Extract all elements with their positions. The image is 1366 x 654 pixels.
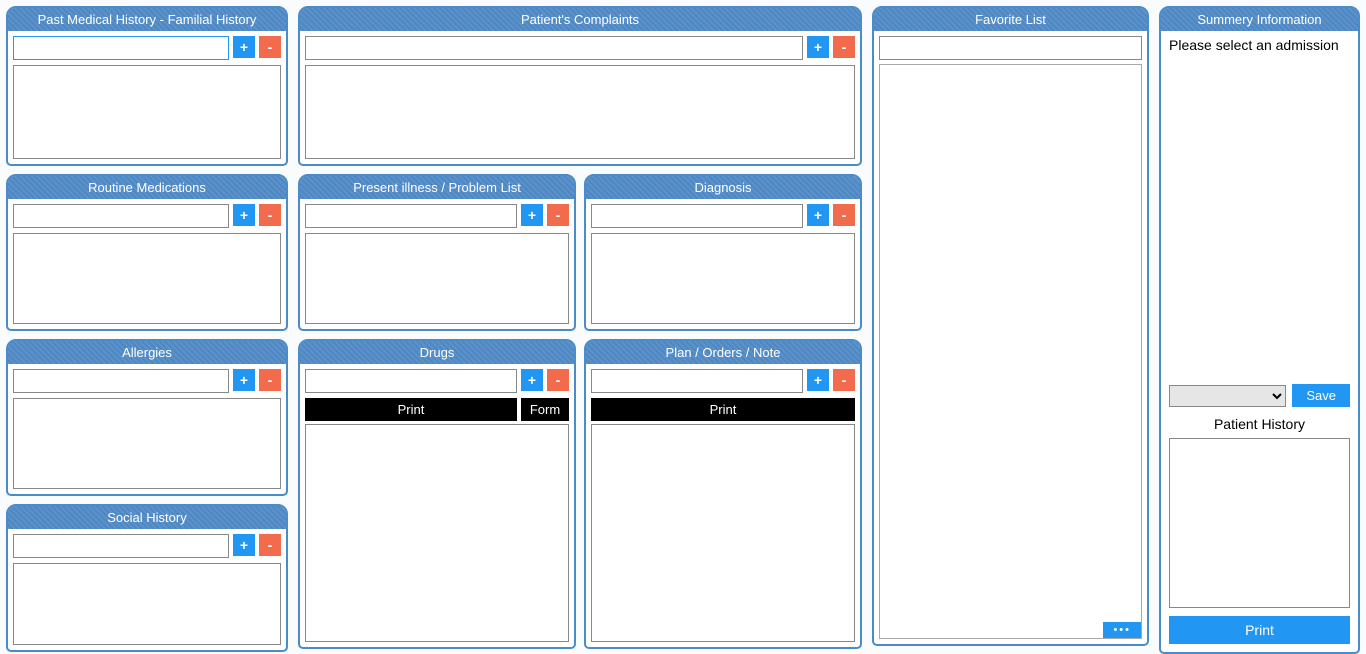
drugs-print-button[interactable]: Print <box>305 398 517 421</box>
panel-allergies: Allergies + - <box>6 339 288 496</box>
drugs-input[interactable] <box>305 369 517 393</box>
pmh-remove-button[interactable]: - <box>259 36 281 58</box>
diagnosis-add-button[interactable]: + <box>807 204 829 226</box>
routine-list[interactable] <box>13 233 281 324</box>
panel-past-medical-history: Past Medical History - Familial History … <box>6 6 288 166</box>
plan-input[interactable] <box>591 369 803 393</box>
pmh-input[interactable] <box>13 36 229 60</box>
panel-summary: Summery Information Please select an adm… <box>1159 6 1360 654</box>
favorite-more-button[interactable]: ••• <box>1103 622 1141 638</box>
panel-plan-orders-note: Plan / Orders / Note + - Print <box>584 339 862 649</box>
plan-remove-button[interactable]: - <box>833 369 855 391</box>
column-3: Favorite List ••• <box>872 6 1149 654</box>
diagnosis-list[interactable] <box>591 233 855 324</box>
panel-header-favorite: Favorite List <box>874 8 1147 31</box>
allergies-input[interactable] <box>13 369 229 393</box>
save-button[interactable]: Save <box>1292 384 1350 407</box>
main-wrapper: Past Medical History - Familial History … <box>0 0 1366 654</box>
panel-drugs: Drugs + - Print Form <box>298 339 576 649</box>
allergies-remove-button[interactable]: - <box>259 369 281 391</box>
routine-remove-button[interactable]: - <box>259 204 281 226</box>
illness-input[interactable] <box>305 204 517 228</box>
panel-diagnosis: Diagnosis + - <box>584 174 862 331</box>
routine-input[interactable] <box>13 204 229 228</box>
routine-add-button[interactable]: + <box>233 204 255 226</box>
panel-complaints: Patient's Complaints + - <box>298 6 862 166</box>
column-2: Patient's Complaints + - Present illness… <box>298 6 862 654</box>
drugs-remove-button[interactable]: - <box>547 369 569 391</box>
complaints-input[interactable] <box>305 36 803 60</box>
favorite-list[interactable]: ••• <box>879 64 1142 639</box>
social-remove-button[interactable]: - <box>259 534 281 556</box>
plan-add-button[interactable]: + <box>807 369 829 391</box>
panel-favorite-list: Favorite List ••• <box>872 6 1149 646</box>
illness-list[interactable] <box>305 233 569 324</box>
allergies-add-button[interactable]: + <box>233 369 255 391</box>
panel-header-routine: Routine Medications <box>8 176 286 199</box>
patient-history-label: Patient History <box>1161 412 1358 436</box>
panel-header-pmh: Past Medical History - Familial History <box>8 8 286 31</box>
patient-history-area[interactable] <box>1169 438 1350 608</box>
social-input[interactable] <box>13 534 229 558</box>
panel-header-social: Social History <box>8 506 286 529</box>
panel-header-complaints: Patient's Complaints <box>300 8 860 31</box>
panel-header-diagnosis: Diagnosis <box>586 176 860 199</box>
social-list[interactable] <box>13 563 281 645</box>
panel-header-plan: Plan / Orders / Note <box>586 341 860 364</box>
social-add-button[interactable]: + <box>233 534 255 556</box>
diagnosis-input[interactable] <box>591 204 803 228</box>
summary-print-button[interactable]: Print <box>1169 616 1350 644</box>
drugs-form-button[interactable]: Form <box>521 398 569 421</box>
panel-present-illness: Present illness / Problem List + - <box>298 174 576 331</box>
column-4: Summery Information Please select an adm… <box>1159 6 1360 654</box>
plan-list[interactable] <box>591 424 855 642</box>
diagnosis-remove-button[interactable]: - <box>833 204 855 226</box>
pmh-add-button[interactable]: + <box>233 36 255 58</box>
panel-header-allergies: Allergies <box>8 341 286 364</box>
column-1: Past Medical History - Familial History … <box>6 6 288 654</box>
drugs-list[interactable] <box>305 424 569 642</box>
favorite-input[interactable] <box>879 36 1142 60</box>
summary-select[interactable] <box>1169 385 1286 407</box>
panel-header-drugs: Drugs <box>300 341 574 364</box>
illness-add-button[interactable]: + <box>521 204 543 226</box>
allergies-list[interactable] <box>13 398 281 489</box>
summary-message: Please select an admission <box>1161 31 1358 59</box>
illness-remove-button[interactable]: - <box>547 204 569 226</box>
complaints-list[interactable] <box>305 65 855 159</box>
panel-social-history: Social History + - <box>6 504 288 652</box>
complaints-remove-button[interactable]: - <box>833 36 855 58</box>
panel-header-summary: Summery Information <box>1161 8 1358 31</box>
panel-routine-medications: Routine Medications + - <box>6 174 288 331</box>
panel-header-illness: Present illness / Problem List <box>300 176 574 199</box>
pmh-list[interactable] <box>13 65 281 159</box>
plan-print-button[interactable]: Print <box>591 398 855 421</box>
complaints-add-button[interactable]: + <box>807 36 829 58</box>
drugs-add-button[interactable]: + <box>521 369 543 391</box>
